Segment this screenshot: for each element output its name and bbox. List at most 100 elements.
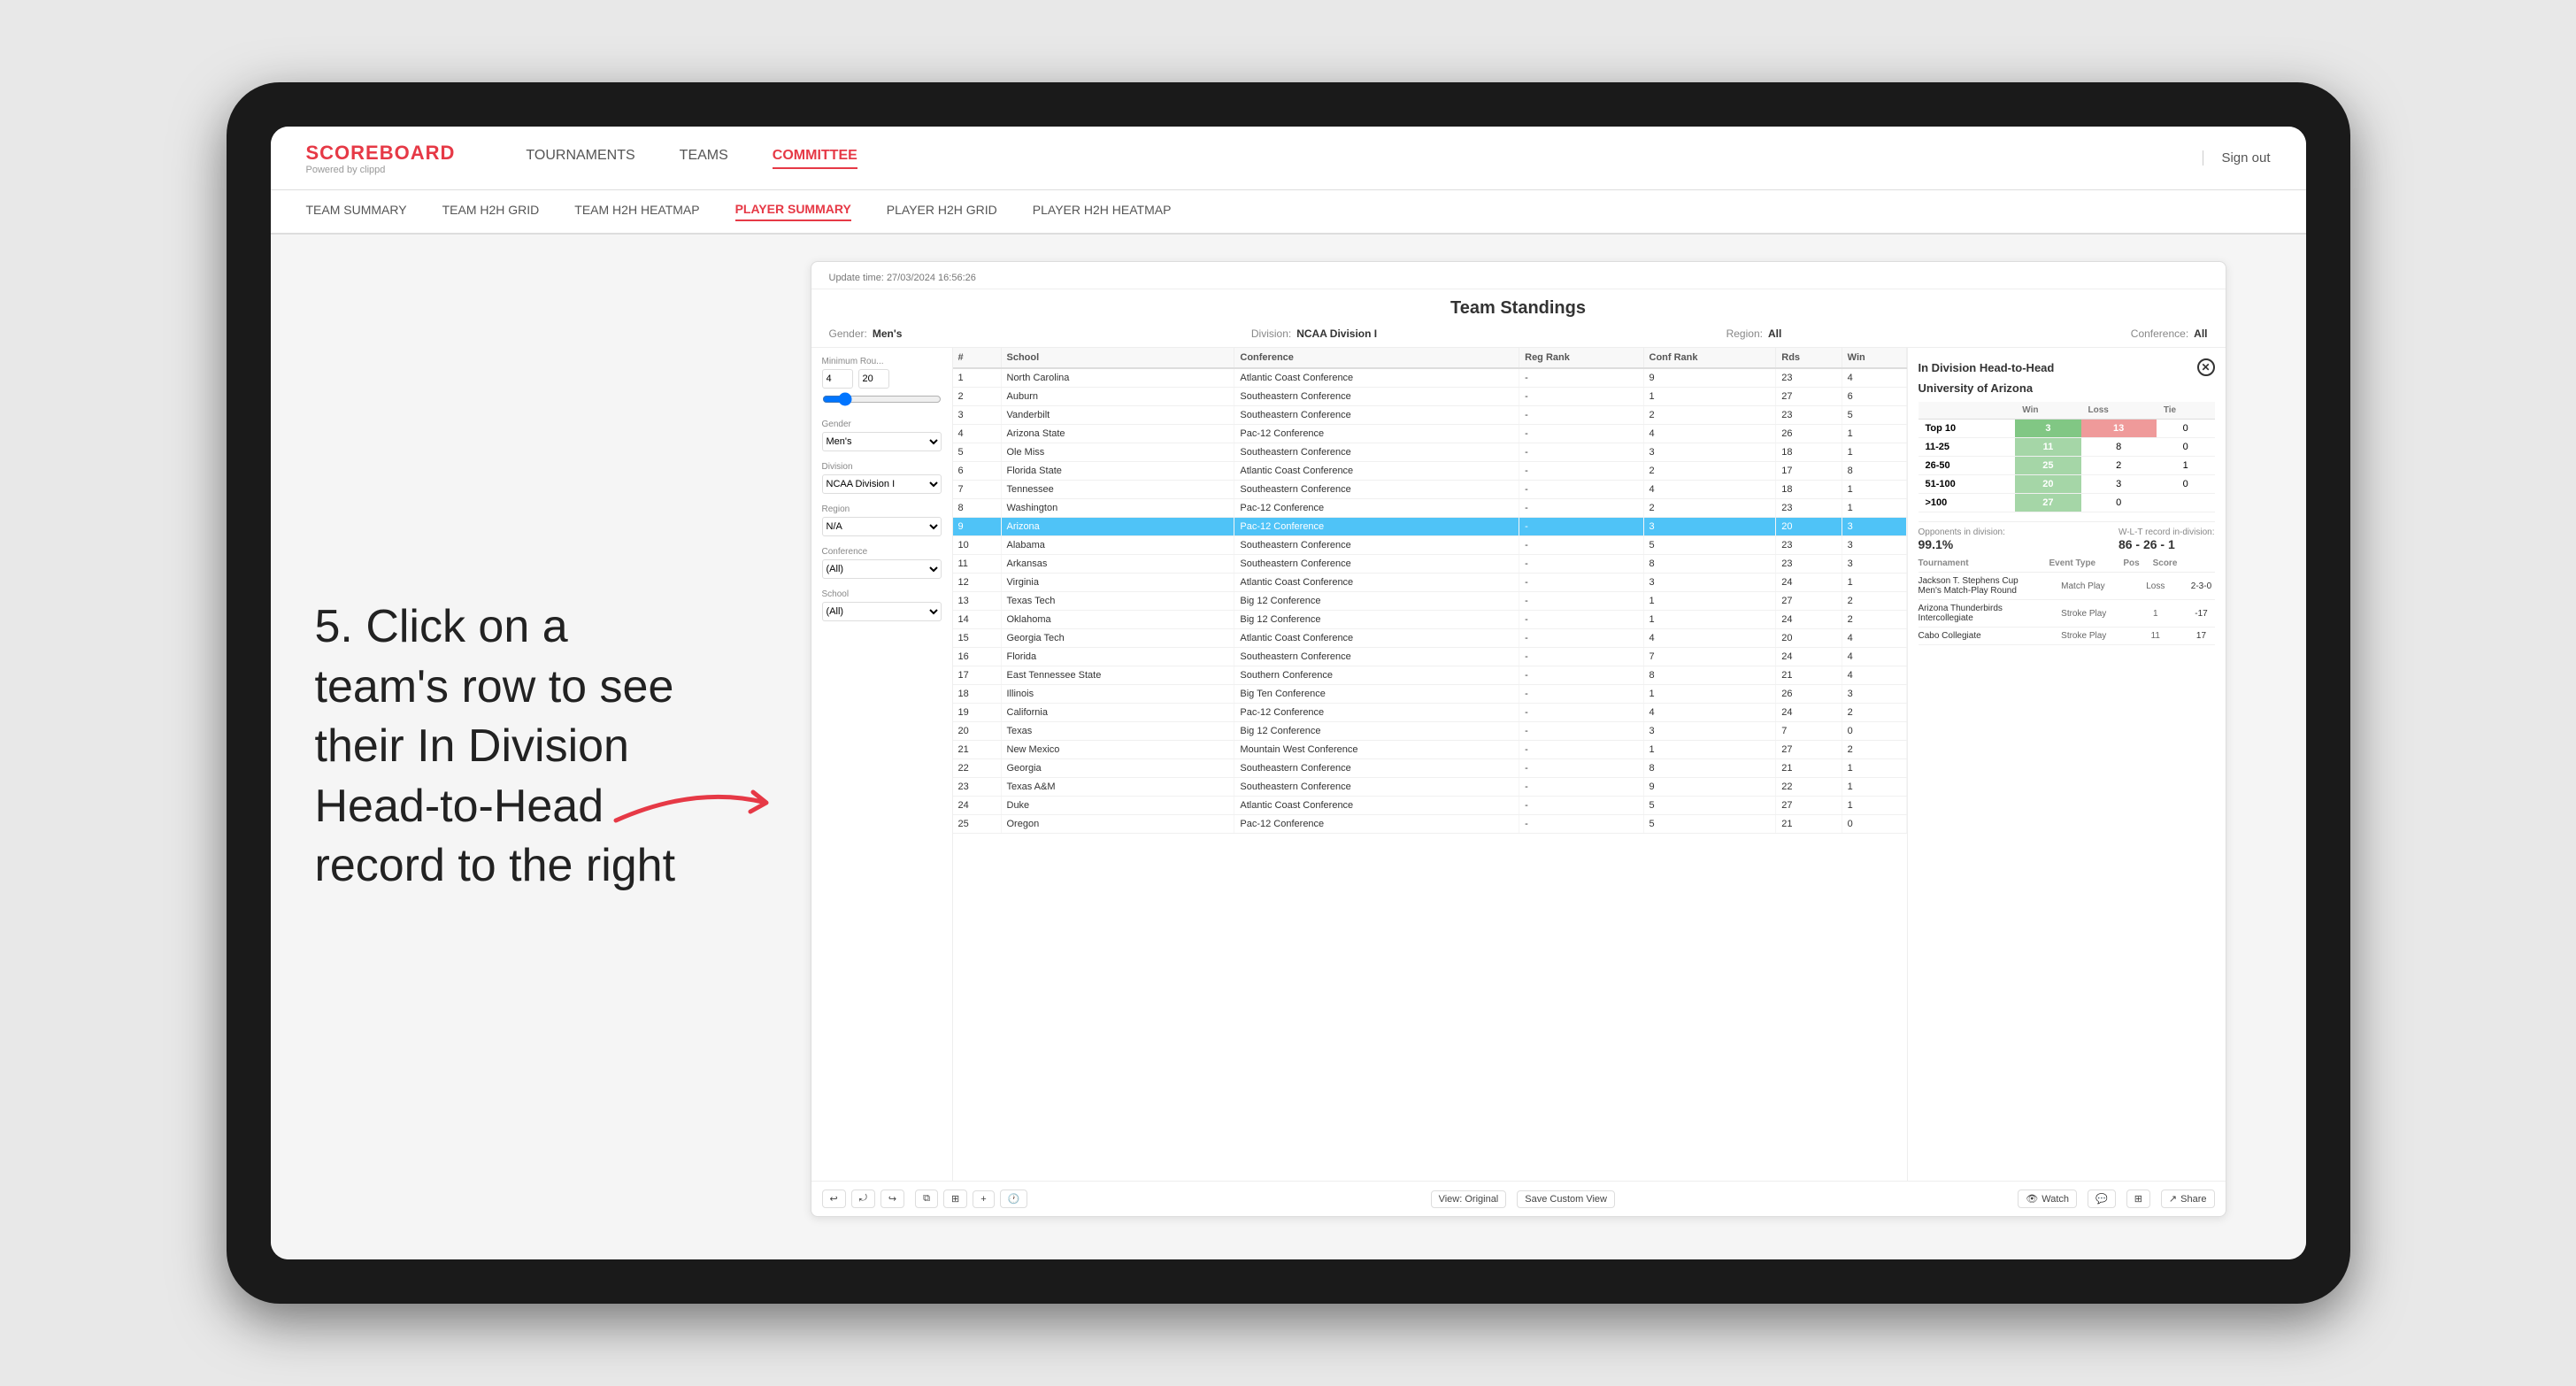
subnav-team-h2h-heatmap[interactable]: TEAM H2H HEATMAP [574, 203, 699, 220]
row-conf-rank: 5 [1643, 797, 1776, 815]
row-conf-rank: 5 [1643, 815, 1776, 834]
row-rds: 24 [1776, 611, 1842, 629]
row-win: 1 [1842, 778, 1906, 797]
tourn-score: 2-3-0 [2188, 581, 2214, 591]
clock-button[interactable]: 🕐 [1000, 1190, 1028, 1208]
nav-links: TOURNAMENTS TEAMS COMMITTEE [526, 148, 2149, 169]
min-rounds-input[interactable] [822, 369, 853, 389]
row-win: 1 [1842, 759, 1906, 778]
table-row[interactable]: 10 Alabama Southeastern Conference - 5 2… [953, 536, 1907, 555]
row-win: 1 [1842, 425, 1906, 443]
copy-button[interactable]: ⧉ [915, 1190, 938, 1208]
redo-button[interactable]: ↪ [880, 1190, 904, 1208]
tournament-row: Jackson T. Stephens Cup Men's Match-Play… [1919, 573, 2215, 600]
row-num: 22 [953, 759, 1002, 778]
row-school: East Tennessee State [1001, 666, 1234, 685]
sign-out-button[interactable]: Sign out [2203, 150, 2270, 166]
gender-select[interactable]: Men's [822, 432, 942, 451]
min-rounds-slider[interactable] [822, 392, 942, 406]
subnav-player-h2h-heatmap[interactable]: PLAYER H2H HEATMAP [1033, 203, 1172, 220]
table-row[interactable]: 12 Virginia Atlantic Coast Conference - … [953, 574, 1907, 592]
table-row[interactable]: 14 Oklahoma Big 12 Conference - 1 24 2 [953, 611, 1907, 629]
table-row[interactable]: 22 Georgia Southeastern Conference - 8 2… [953, 759, 1907, 778]
row-num: 25 [953, 815, 1002, 834]
row-rds: 27 [1776, 592, 1842, 611]
view-original-button[interactable]: View: Original [1431, 1190, 1507, 1208]
table-row[interactable]: 19 California Pac-12 Conference - 4 24 2 [953, 704, 1907, 722]
subnav-team-summary[interactable]: TEAM SUMMARY [306, 203, 407, 220]
paste-button[interactable]: ⊞ [943, 1190, 967, 1208]
table-row[interactable]: 2 Auburn Southeastern Conference - 1 27 … [953, 388, 1907, 406]
table-row[interactable]: 23 Texas A&M Southeastern Conference - 9… [953, 778, 1907, 797]
comment-button[interactable]: 💬 [2088, 1190, 2116, 1208]
conference-select[interactable]: (All) [822, 559, 942, 579]
nav-tournaments[interactable]: TOURNAMENTS [526, 148, 634, 169]
row-rds: 23 [1776, 368, 1842, 388]
redo-forward-button[interactable]: ⤾ [851, 1190, 875, 1208]
min-rounds-max-input[interactable] [858, 369, 889, 389]
layout-button[interactable]: ⊞ [2126, 1190, 2150, 1208]
row-num: 6 [953, 462, 1002, 481]
subnav-player-h2h-grid[interactable]: PLAYER H2H GRID [887, 203, 997, 220]
table-row[interactable]: 1 North Carolina Atlantic Coast Conferen… [953, 368, 1907, 388]
table-row[interactable]: 11 Arkansas Southeastern Conference - 8 … [953, 555, 1907, 574]
row-rds: 22 [1776, 778, 1842, 797]
row-conf-rank: 8 [1643, 555, 1776, 574]
row-school: Duke [1001, 797, 1234, 815]
h2h-loss: 2 [2081, 457, 2157, 475]
table-row[interactable]: 16 Florida Southeastern Conference - 7 2… [953, 648, 1907, 666]
table-row[interactable]: 25 Oregon Pac-12 Conference - 5 21 0 [953, 815, 1907, 834]
undo-button[interactable]: ↩ [822, 1190, 846, 1208]
h2h-col-loss: Loss [2081, 402, 2157, 420]
table-row[interactable]: 18 Illinois Big Ten Conference - 1 26 3 [953, 685, 1907, 704]
row-reg-rank: - [1519, 666, 1643, 685]
h2h-tie: 0 [2157, 475, 2215, 494]
table-row[interactable]: 4 Arizona State Pac-12 Conference - 4 26… [953, 425, 1907, 443]
add-button[interactable]: + [973, 1190, 994, 1208]
row-num: 4 [953, 425, 1002, 443]
table-row[interactable]: 13 Texas Tech Big 12 Conference - 1 27 2 [953, 592, 1907, 611]
nav-teams[interactable]: TEAMS [680, 148, 728, 169]
row-win: 1 [1842, 499, 1906, 518]
standings-table: # School Conference Reg Rank Conf Rank R… [953, 348, 1907, 834]
row-school: California [1001, 704, 1234, 722]
table-row[interactable]: 17 East Tennessee State Southern Confere… [953, 666, 1907, 685]
save-custom-button[interactable]: Save Custom View [1517, 1190, 1615, 1208]
row-reg-rank: - [1519, 499, 1643, 518]
table-row[interactable]: 24 Duke Atlantic Coast Conference - 5 27… [953, 797, 1907, 815]
subnav-team-h2h-grid[interactable]: TEAM H2H GRID [442, 203, 540, 220]
share-button[interactable]: ↗ Share [2161, 1190, 2215, 1208]
table-row[interactable]: 7 Tennessee Southeastern Conference - 4 … [953, 481, 1907, 499]
row-win: 6 [1842, 388, 1906, 406]
table-row[interactable]: 15 Georgia Tech Atlantic Coast Conferenc… [953, 629, 1907, 648]
row-num: 19 [953, 704, 1002, 722]
table-row[interactable]: 3 Vanderbilt Southeastern Conference - 2… [953, 406, 1907, 425]
table-row[interactable]: 21 New Mexico Mountain West Conference -… [953, 741, 1907, 759]
nav-committee[interactable]: COMMITTEE [773, 148, 857, 169]
row-num: 16 [953, 648, 1002, 666]
close-button[interactable]: ✕ [2197, 358, 2215, 376]
h2h-table: Win Loss Tie Top 10 3 13 0 11-25 11 8 0 … [1919, 402, 2215, 512]
subnav-player-summary[interactable]: PLAYER SUMMARY [735, 202, 851, 221]
tourn-score: -17 [2188, 609, 2214, 619]
sidebar-min-rounds: Minimum Rou... [822, 357, 942, 409]
row-reg-rank: - [1519, 368, 1643, 388]
opponents-value: 99.1% [1919, 537, 2005, 551]
tablet: SCOREBOARD Powered by clippd TOURNAMENTS… [227, 82, 2350, 1304]
row-conference: Southeastern Conference [1234, 443, 1519, 462]
arrow-icon [607, 767, 802, 838]
school-select[interactable]: (All) [822, 602, 942, 621]
table-row[interactable]: 5 Ole Miss Southeastern Conference - 3 1… [953, 443, 1907, 462]
region-select[interactable]: N/A [822, 517, 942, 536]
row-reg-rank: - [1519, 797, 1643, 815]
division-select[interactable]: NCAA Division I [822, 474, 942, 494]
row-reg-rank: - [1519, 722, 1643, 741]
table-row[interactable]: 20 Texas Big 12 Conference - 3 7 0 [953, 722, 1907, 741]
table-row[interactable]: 8 Washington Pac-12 Conference - 2 23 1 [953, 499, 1907, 518]
tourn-event: Match Play [2061, 581, 2123, 591]
table-row[interactable]: 9 Arizona Pac-12 Conference - 3 20 3 [953, 518, 1907, 536]
table-row[interactable]: 6 Florida State Atlantic Coast Conferenc… [953, 462, 1907, 481]
row-conf-rank: 4 [1643, 481, 1776, 499]
row-school: Oklahoma [1001, 611, 1234, 629]
watch-button[interactable]: 👁 Watch [2018, 1190, 2077, 1208]
